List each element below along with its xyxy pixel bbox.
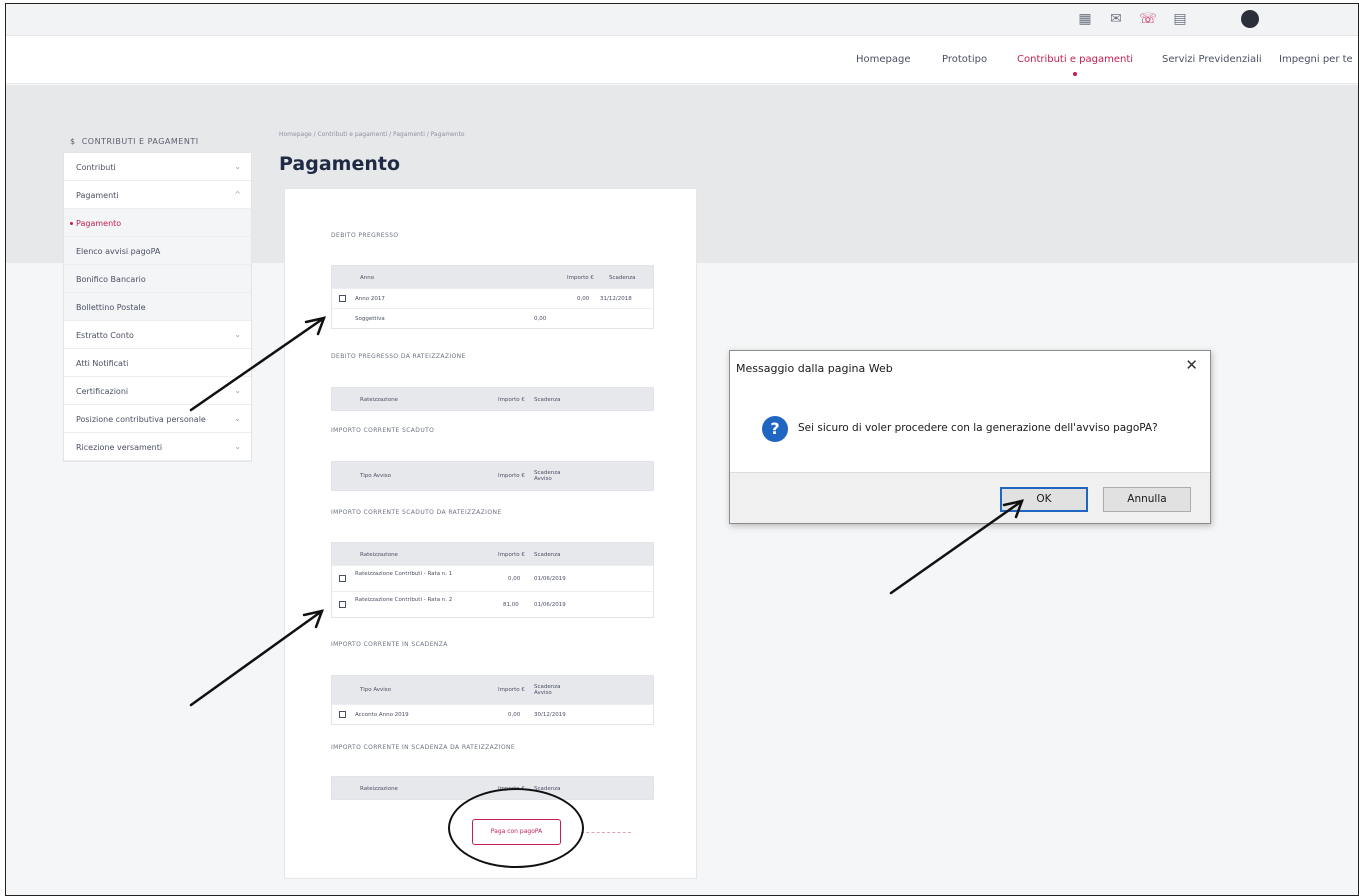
debito-pregresso-table: Anno Importo € Scadenza Anno 2017 0,00 3…: [331, 265, 654, 329]
dialog-message: Sei sicuro di voler procedere con la gen…: [798, 422, 1158, 434]
chevron-down-icon: ⌄: [234, 414, 241, 423]
sidebar-item-certificazioni[interactable]: Certificazioni ⌄: [64, 377, 251, 405]
sidebar: Contributi ⌄ Pagamenti ^ Pagamento Elenco …: [63, 152, 252, 462]
sidebar-item-contributi[interactable]: Contributi ⌄: [64, 153, 251, 181]
chevron-down-icon: ⌄: [234, 330, 241, 339]
highlight-circle: [448, 788, 584, 868]
table-header: Tipo Avviso Importo € Scadenza Avviso: [332, 462, 653, 490]
table-header: Anno Importo € Scadenza: [332, 266, 653, 288]
row-checkbox[interactable]: [339, 295, 346, 302]
section-title: DEBITO PREGRESSO DA RATEIZZAZIONE: [331, 353, 466, 360]
table-row: Acconto Anno 2019 0,00 30/12/2019: [332, 704, 653, 724]
button-divider: [581, 832, 631, 833]
page-title: Pagamento: [279, 153, 401, 175]
section-title: IMPORTO CORRENTE SCADUTO: [331, 427, 435, 434]
sidebar-item-pagamenti[interactable]: Pagamenti ^: [64, 181, 251, 209]
cancel-button[interactable]: Annulla: [1103, 487, 1191, 512]
table-row: Anno 2017 0,00 31/12/2018: [332, 288, 653, 308]
section-title: IMPORTO CORRENTE SCADUTO DA RATEIZZAZION…: [331, 509, 502, 516]
document-icon[interactable]: ▤: [1171, 10, 1189, 28]
question-icon: ?: [762, 416, 788, 442]
dialog-title: Messaggio dalla pagina Web: [736, 362, 893, 375]
close-icon[interactable]: ✕: [1185, 357, 1198, 373]
section-title: IMPORTO CORRENTE IN SCADENZA DA RATEIZZA…: [331, 744, 516, 751]
main-navigation: Homepage Prototipo Contributi e pagament…: [6, 36, 1358, 84]
corrente-in-scadenza-table: Tipo Avviso Importo € Scadenza Avviso Ac…: [331, 675, 654, 725]
nav-homepage[interactable]: Homepage: [856, 54, 911, 65]
table-row: Soggettiva 0,00: [332, 308, 653, 328]
table-row: Rateizzazione Contributi - Rata n. 1 0,0…: [332, 565, 653, 591]
sidebar-item-bollettino[interactable]: Bollettino Postale: [64, 293, 251, 321]
ok-button[interactable]: OK: [1000, 487, 1088, 512]
table-header: Tipo Avviso Importo € Scadenza Avviso: [332, 676, 653, 704]
section-title: IMPORTO CORRENTE IN SCADENZA: [331, 641, 448, 648]
sidebar-item-estratto-conto[interactable]: Estratto Conto ⌄: [64, 321, 251, 349]
debito-rateizzazione-table: Rateizzazione Importo € Scadenza: [331, 387, 654, 411]
section-title: DEBITO PREGRESSO: [331, 232, 399, 239]
sidebar-item-atti-notificati[interactable]: Atti Notificati: [64, 349, 251, 377]
row-checkbox[interactable]: [339, 601, 346, 608]
payment-card: DEBITO PREGRESSO Anno Importo € Scadenza…: [284, 188, 697, 879]
table-row: Rateizzazione Contributi - Rata n. 2 81,…: [332, 591, 653, 617]
utility-bar: ▦ ✉ ☏ ▤: [6, 4, 1358, 36]
row-checkbox[interactable]: [339, 711, 346, 718]
nav-contributi-pagamenti[interactable]: Contributi e pagamenti: [1017, 54, 1133, 65]
active-nav-indicator: [1073, 72, 1077, 76]
nav-prototipo[interactable]: Prototipo: [942, 54, 987, 65]
sidebar-item-ricezione[interactable]: Ricezione versamenti ⌄: [64, 433, 251, 461]
breadcrumb: Homepage / Contributi e pagamenti / Paga…: [279, 131, 465, 138]
sidebar-heading: $ CONTRIBUTI E PAGAMENTI: [70, 137, 199, 146]
sidebar-item-posizione[interactable]: Posizione contributiva personale ⌄: [64, 405, 251, 433]
chevron-up-icon: ^: [234, 190, 241, 199]
phone-icon[interactable]: ☏: [1139, 10, 1157, 28]
chevron-down-icon: ⌄: [234, 442, 241, 451]
mail-icon[interactable]: ✉: [1107, 10, 1125, 28]
sidebar-item-bonifico[interactable]: Bonifico Bancario: [64, 265, 251, 293]
confirm-dialog: Messaggio dalla pagina Web ✕ ? Sei sicur…: [729, 350, 1211, 524]
dialog-footer: OK Annulla: [730, 472, 1210, 523]
corrente-scaduto-rateizzazione-table: Rateizzazione Importo € Scadenza Rateizz…: [331, 542, 654, 618]
table-header: Rateizzazione Importo € Scadenza: [332, 543, 653, 565]
chevron-down-icon: ⌄: [234, 386, 241, 395]
sidebar-item-elenco-avvisi[interactable]: Elenco avvisi pagoPA: [64, 237, 251, 265]
nav-impegni[interactable]: Impegni per te: [1279, 54, 1353, 65]
chevron-down-icon: ⌄: [234, 162, 241, 171]
table-header: Rateizzazione Importo € Scadenza: [332, 388, 653, 410]
calendar-icon[interactable]: ▦: [1076, 10, 1094, 28]
user-avatar-icon[interactable]: [1241, 10, 1259, 28]
sidebar-item-pagamento[interactable]: Pagamento: [64, 209, 251, 237]
row-checkbox[interactable]: [339, 575, 346, 582]
nav-servizi-previdenziali[interactable]: Servizi Previdenziali: [1162, 54, 1262, 65]
corrente-scaduto-table: Tipo Avviso Importo € Scadenza Avviso: [331, 461, 654, 491]
